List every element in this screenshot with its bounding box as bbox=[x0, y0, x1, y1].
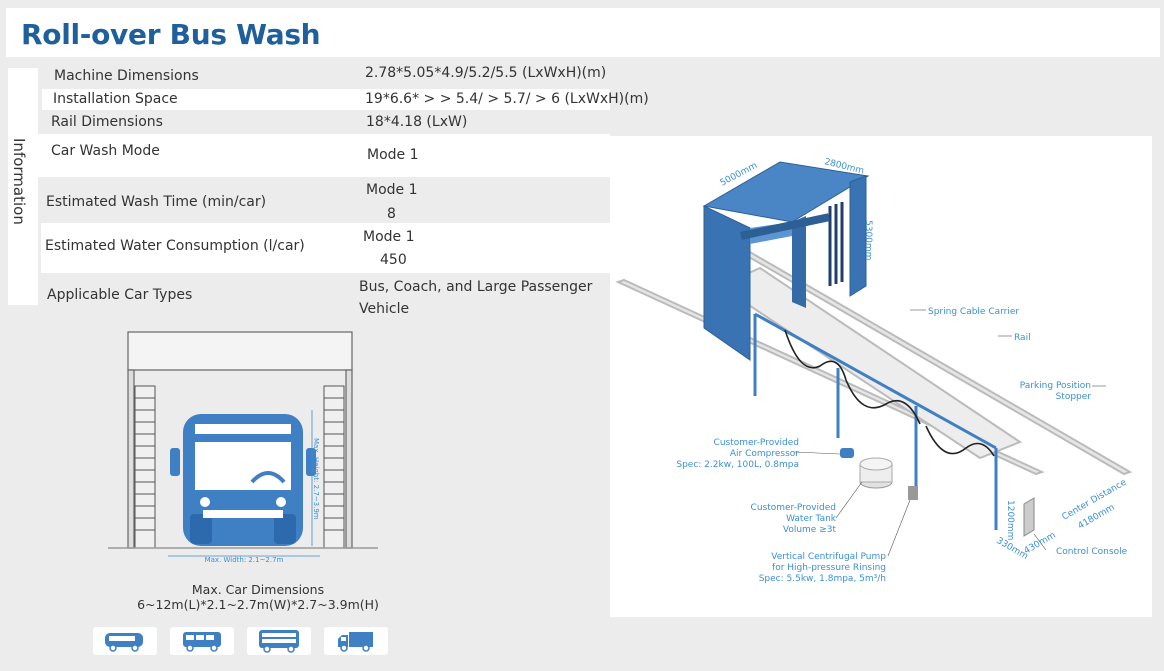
coach-icon bbox=[183, 632, 221, 652]
bus-front-figure: Max. Width: 2.1~2.7m Max. Height: 2.7~3.… bbox=[108, 330, 378, 570]
stopper-label-1: Parking Position bbox=[1020, 381, 1091, 391]
spec-row-installation-space: Installation Space 19*6.6* > > 5.4/ > 5.… bbox=[42, 89, 649, 110]
pump-label-3: Spec: 5.5kw, 1.8mpa, 5m³/h bbox=[759, 574, 886, 584]
vehicle-type-truck bbox=[324, 627, 388, 655]
spec-value: Bus, Coach, and Large Passenger bbox=[359, 279, 593, 295]
compressor-label-1: Customer-Provided bbox=[714, 438, 799, 448]
spec-row-car-types: Applicable Car Types Bus, Coach, and Lar… bbox=[38, 276, 610, 322]
compressor-label-3: Spec: 2.2kw, 100L, 0.8mpa bbox=[676, 460, 799, 470]
rail-tracks bbox=[615, 242, 1133, 476]
bus-side-icon bbox=[105, 633, 143, 652]
spring-cable-label: Spring Cable Carrier bbox=[928, 307, 1019, 317]
dim-430-label: 430mm bbox=[1023, 531, 1058, 557]
control-console-icon bbox=[1023, 497, 1035, 537]
vehicle-type-double-decker bbox=[247, 627, 311, 655]
spec-value: Vehicle bbox=[359, 301, 410, 317]
max-car-dimensions: Max. Car Dimensions 6~12m(L)*2.1~2.7m(W)… bbox=[108, 582, 408, 612]
spec-value: Mode 1 bbox=[366, 182, 418, 198]
information-tab: Information bbox=[8, 68, 38, 305]
spec-value: 18*4.18 (LxW) bbox=[366, 114, 468, 130]
dim-1200-label: 1200mm bbox=[1005, 500, 1015, 540]
compressor-label-2: Air Compressor bbox=[730, 449, 799, 459]
spec-label: Machine Dimensions bbox=[54, 68, 199, 84]
tank-label-1: Customer-Provided bbox=[751, 503, 836, 513]
spec-label: Rail Dimensions bbox=[51, 114, 163, 130]
spec-label: Estimated Wash Time (min/car) bbox=[46, 194, 267, 210]
spec-value: 19*6.6* > > 5.4/ > 5.7/ > 6 (LxWxH)(m) bbox=[365, 91, 649, 107]
rail-label: Rail bbox=[1014, 333, 1031, 343]
spec-value: Mode 1 bbox=[363, 229, 415, 245]
spec-label: Installation Space bbox=[53, 91, 178, 107]
dim-height-label: 5300mm bbox=[863, 220, 873, 260]
max-width-label: Max. Width: 2.1~2.7m bbox=[205, 556, 284, 564]
right-brush-icon bbox=[323, 385, 345, 549]
max-car-title: Max. Car Dimensions bbox=[191, 582, 325, 597]
spec-value: Mode 1 bbox=[367, 147, 419, 163]
max-car-values: 6~12m(L)*2.1~2.7m(W)*2.7~3.9m(H) bbox=[137, 597, 379, 612]
spec-label: Applicable Car Types bbox=[47, 287, 193, 303]
water-tank-icon bbox=[859, 457, 893, 489]
spec-label: Estimated Water Consumption (l/car) bbox=[45, 238, 305, 254]
information-tab-label: Information bbox=[10, 138, 28, 225]
max-height-label: Max. Height: 2.7~3.9m bbox=[312, 438, 320, 520]
pump-icon bbox=[908, 486, 918, 500]
spec-row-wash-time: Estimated Wash Time (min/car) Mode 1 8 bbox=[38, 178, 610, 222]
spec-label: Car Wash Mode bbox=[51, 143, 160, 159]
spec-row-car-wash-mode: Car Wash Mode Mode 1 bbox=[38, 134, 610, 177]
spec-row-water-consumption: Estimated Water Consumption (l/car) Mode… bbox=[41, 223, 610, 273]
stopper-label-2: Stopper bbox=[1056, 392, 1092, 402]
title-bar: Roll-over Bus Wash bbox=[6, 8, 1160, 57]
control-console-label: Control Console bbox=[1056, 547, 1128, 557]
bus-front-icon bbox=[170, 414, 316, 546]
vehicle-type-coach bbox=[170, 627, 234, 655]
double-decker-icon bbox=[259, 630, 299, 653]
spec-value: 2.78*5.05*4.9/5.2/5.5 (LxWxH)(m) bbox=[365, 65, 607, 81]
spec-row-machine-dimensions: Machine Dimensions 2.78*5.05*4.9/5.2/5.5… bbox=[38, 64, 610, 88]
spec-row-rail-dimensions: Rail Dimensions 18*4.18 (LxW) bbox=[38, 111, 610, 133]
left-brush-icon bbox=[134, 385, 156, 549]
truck-icon bbox=[338, 632, 373, 652]
air-compressor-icon bbox=[840, 448, 854, 458]
tank-label-3: Volume ≥3t bbox=[783, 525, 837, 535]
machine-diagram: 5000mm 2800mm 5300mm Spring Cable Carrie… bbox=[610, 136, 1152, 617]
spec-value: 450 bbox=[380, 252, 407, 268]
tank-label-2: Water Tank bbox=[786, 514, 837, 524]
page-title: Roll-over Bus Wash bbox=[21, 18, 321, 51]
pump-label-1: Vertical Centrifugal Pump bbox=[771, 552, 886, 562]
vehicle-type-bus bbox=[93, 627, 157, 655]
pump-label-2: for High-pressure Rinsing bbox=[772, 563, 886, 573]
